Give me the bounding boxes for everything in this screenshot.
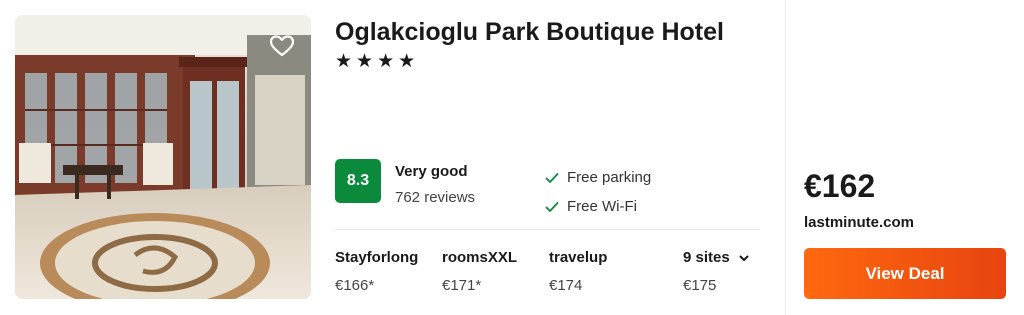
best-price-panel: €162 lastminute.com View Deal [785,0,1024,315]
more-sites-label: 9 sites [683,249,730,266]
deal-roomsxxl[interactable]: roomsXXL €171* [442,249,517,295]
hotel-photo[interactable] [15,15,311,299]
deal-price: €174 [549,277,583,294]
amenity-label: Free Wi-Fi [567,198,637,215]
deal-site-name: roomsXXL [442,249,518,266]
chevron-down-icon [739,255,749,261]
deal-stayforlong[interactable]: Stayforlong €166* [335,249,418,295]
favorite-button[interactable] [265,29,299,63]
amenity-item: Free Wi-Fi [545,192,651,221]
check-icon [545,172,559,183]
more-sites-label-row: 9 sites [683,249,750,267]
more-sites-price: €175 [683,277,717,294]
heart-outline-icon [269,35,295,57]
other-deals: Stayforlong €166* roomsXXL €171* travelu… [335,249,765,299]
view-deal-button[interactable]: View Deal [804,248,1006,299]
divider [335,229,760,230]
score-badge: 8.3 [335,159,381,203]
best-price-provider: lastminute.com [804,214,915,231]
hotel-info: Oglakcioglu Park Boutique Hotel ★★★★ 8.3… [335,15,765,299]
amenity-label: Free parking [567,169,652,186]
best-price: €162 [804,168,876,204]
deal-site-name: travelup [549,249,608,266]
review-count[interactable]: 762 reviews [395,189,475,206]
rating-label: Very good [395,163,468,180]
hotel-result-card: Oglakcioglu Park Boutique Hotel ★★★★ 8.3… [0,0,1024,315]
rating-row: 8.3 Very good 762 reviews Free parking F… [335,159,765,215]
amenity-item: Free parking [545,163,651,192]
more-sites-dropdown[interactable]: 9 sites €175 [683,249,750,295]
hotel-name[interactable]: Oglakcioglu Park Boutique Hotel [335,15,725,49]
deal-travelup[interactable]: travelup €174 [549,249,607,295]
deal-site-name: Stayforlong [335,249,419,266]
deal-price: €171* [442,277,482,294]
deal-price: €166* [335,277,375,294]
check-icon [545,201,559,212]
amenities-list: Free parking Free Wi-Fi [545,163,651,221]
star-rating: ★★★★ [335,51,420,72]
